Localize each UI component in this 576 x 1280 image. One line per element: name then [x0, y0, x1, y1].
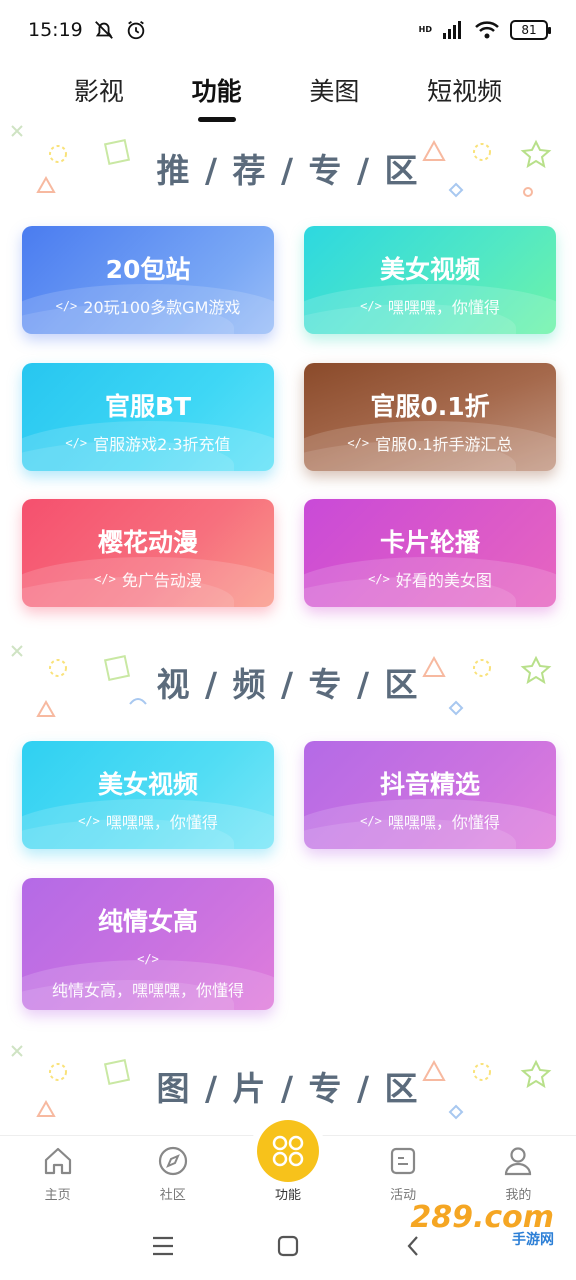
code-icon: </> [55, 299, 78, 313]
tab-short-videos[interactable]: 短视频 [419, 68, 510, 112]
card-official-bt[interactable]: 官服BT </> 官服游戏2.3折充值 [22, 363, 274, 471]
card-beauty-video-2[interactable]: 美女视频 </> 嘿嘿嘿，你懂得 [22, 741, 274, 849]
recents-button[interactable] [148, 1231, 178, 1261]
card-title: 美女视频 [97, 770, 198, 799]
nav-me[interactable]: 我的 [478, 1144, 558, 1203]
card-title: 卡片轮播 [379, 528, 480, 557]
card-subtitle: 免广告动漫 [121, 571, 202, 590]
mute-icon [94, 21, 113, 39]
home-icon [44, 1147, 71, 1175]
card-title: 樱花动漫 [97, 528, 198, 557]
card-subtitle: 嘿嘿嘿，你懂得 [105, 813, 218, 832]
alarm-icon [127, 20, 145, 40]
watermark-logo: 289.com 手游网 [410, 1200, 554, 1249]
card-title: 官服BT [104, 392, 192, 421]
network-label: HD [418, 25, 432, 34]
card-subtitle: 好看的美女图 [395, 571, 492, 590]
card-title: 纯情女高 [97, 907, 198, 936]
card-subtitle: 嘿嘿嘿，你懂得 [387, 813, 500, 832]
square-icon [277, 1235, 299, 1257]
home-button[interactable] [273, 1231, 303, 1261]
tab-pictures[interactable]: 美图 [301, 68, 367, 112]
card-subtitle: 官服游戏2.3折充值 [93, 435, 231, 454]
card-carousel[interactable]: 卡片轮播 </> 好看的美女图 [304, 499, 556, 607]
nav-activity[interactable]: 活动 [363, 1144, 443, 1203]
nav-home[interactable]: 主页 [18, 1144, 98, 1203]
nav-label: 主页 [44, 1188, 71, 1203]
menu-icon [152, 1236, 173, 1256]
activity-icon [391, 1147, 416, 1175]
card-pure-schoolgirl[interactable]: 纯情女高 </> 纯情女高，嘿嘿嘿，你懂得 [22, 878, 274, 1010]
card-20-package-site[interactable]: 20包站 </> 20玩100多款GM游戏 [22, 226, 274, 334]
card-title: 抖音精选 [379, 770, 480, 799]
code-icon: </> [360, 299, 382, 313]
nav-community[interactable]: 社区 [133, 1144, 213, 1203]
code-icon: </> [65, 436, 88, 450]
top-tab-bar: 影视 功能 美图 短视频 [0, 60, 576, 120]
card-title: 官服0.1折 [370, 392, 490, 421]
status-bar: 15:19 HD 81 [0, 0, 576, 60]
code-icon: </> [78, 814, 100, 828]
battery-indicator: 81 [510, 20, 551, 40]
user-icon [505, 1147, 532, 1176]
code-icon: </> [347, 436, 370, 450]
code-icon: </> [137, 952, 159, 966]
section-title-recommend: 推 / 荐 / 专 / 区 [156, 151, 420, 190]
card-subtitle: 官服0.1折手游汇总 [375, 435, 513, 454]
card-sakura-anime[interactable]: 樱花动漫 </> 免广告动漫 [22, 499, 274, 607]
section-title-picture: 图 / 片 / 专 / 区 [156, 1069, 420, 1108]
card-subtitle: 20玩100多款GM游戏 [83, 298, 241, 317]
signal-icon [443, 21, 461, 39]
functions-center-button[interactable] [257, 1120, 319, 1182]
card-title: 20包站 [105, 255, 191, 284]
card-douyin-picks[interactable]: 抖音精选 </> 嘿嘿嘿，你懂得 [304, 741, 556, 849]
card-title: 美女视频 [379, 255, 480, 284]
section-title-video: 视 / 频 / 专 / 区 [156, 665, 420, 704]
card-subtitle: 纯情女高，嘿嘿嘿，你懂得 [51, 981, 244, 1000]
code-icon: </> [94, 572, 116, 586]
code-icon: </> [360, 814, 382, 828]
status-time: 15:19 [28, 19, 83, 41]
status-left: 15:19 [28, 19, 147, 41]
compass-icon [158, 1146, 187, 1176]
code-icon: </> [368, 572, 390, 586]
card-subtitle: 嘿嘿嘿，你懂得 [387, 298, 500, 317]
card-beauty-video[interactable]: 美女视频 </> 嘿嘿嘿，你懂得 [304, 226, 556, 334]
grid-icon [272, 1135, 304, 1167]
center-button-ring [250, 1113, 326, 1189]
card-official-discount[interactable]: 官服0.1折 </> 官服0.1折手游汇总 [304, 363, 556, 471]
tab-functions[interactable]: 功能 [184, 68, 250, 112]
status-right: HD 81 [418, 20, 551, 40]
wifi-icon [475, 21, 499, 39]
tab-movies[interactable]: 影视 [66, 68, 132, 112]
nav-label: 社区 [159, 1188, 186, 1203]
